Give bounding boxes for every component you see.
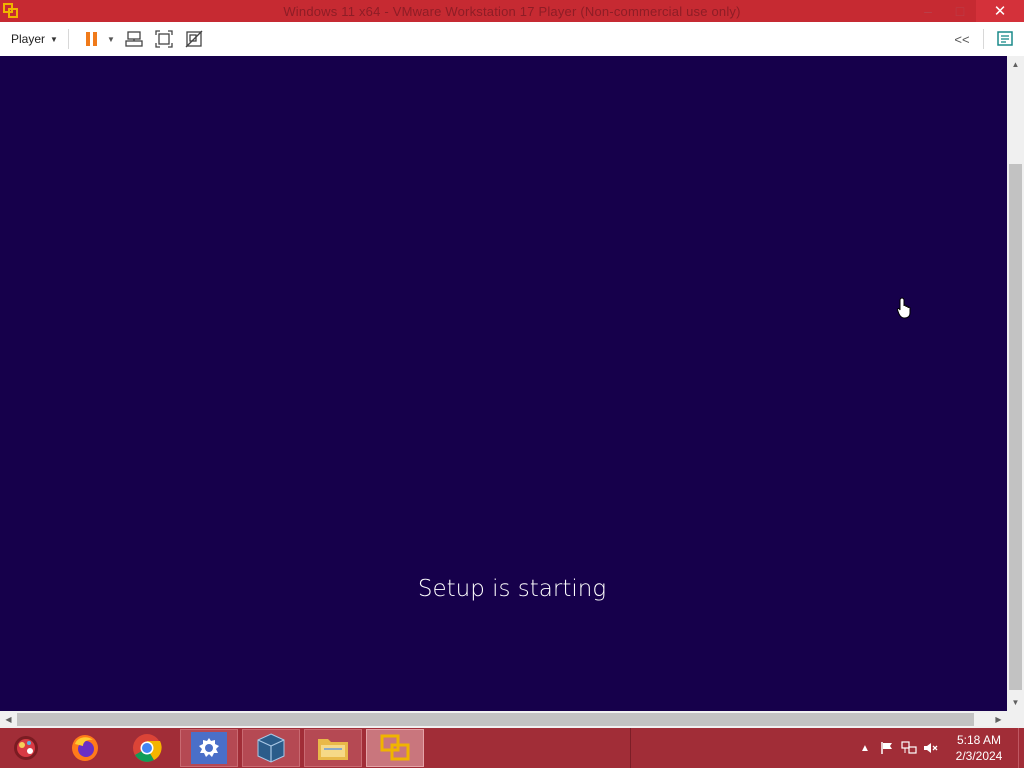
flag-icon[interactable] xyxy=(876,741,898,755)
chrome-taskbar-button[interactable] xyxy=(122,729,172,767)
scroll-right-icon[interactable]: ▶ xyxy=(990,711,1007,728)
scroll-down-icon[interactable]: ▼ xyxy=(1007,694,1024,711)
collapse-toolbar-button[interactable]: << xyxy=(947,32,977,47)
player-toolbar: Player ▼ ▼ << xyxy=(0,22,1024,57)
show-hidden-icons-icon[interactable]: ▲ xyxy=(854,743,876,754)
virtualbox-taskbar-button[interactable] xyxy=(242,729,300,767)
firefox-taskbar-button[interactable] xyxy=(60,729,110,767)
scroll-left-icon[interactable]: ◀ xyxy=(0,711,17,728)
network-icon[interactable] xyxy=(898,741,920,755)
settings-taskbar-button[interactable] xyxy=(180,729,238,767)
window-title: Windows 11 x64 - VMware Workstation 17 P… xyxy=(283,3,741,19)
start-orb-icon xyxy=(14,736,38,760)
minimize-button[interactable]: – xyxy=(912,0,944,22)
fullscreen-icon[interactable] xyxy=(149,24,179,54)
show-desktop-button[interactable] xyxy=(1018,728,1024,768)
vertical-scrollbar[interactable]: ▲ ▼ xyxy=(1007,56,1024,711)
pause-dropdown-chevron-icon[interactable]: ▼ xyxy=(103,24,119,54)
library-icon[interactable] xyxy=(990,24,1020,54)
horizontal-scrollbar[interactable]: ◀ ▶ xyxy=(0,711,1007,728)
folder-icon xyxy=(318,739,348,760)
pause-icon[interactable] xyxy=(81,24,103,54)
send-ctrl-alt-del-icon[interactable] xyxy=(119,24,149,54)
clock-date: 2/3/2024 xyxy=(955,749,1003,763)
virtualbox-icon xyxy=(257,733,285,763)
hand-cursor-icon xyxy=(896,297,913,324)
toolbar-divider xyxy=(67,29,69,49)
file-explorer-taskbar-button[interactable] xyxy=(304,729,362,767)
scroll-up-icon[interactable]: ▲ xyxy=(1007,56,1024,73)
vm-display[interactable]: Setup is starting xyxy=(0,56,1007,711)
vmware-player-taskbar-button[interactable] xyxy=(366,729,424,767)
maximize-button[interactable]: □ xyxy=(944,0,976,22)
vertical-scroll-thumb[interactable] xyxy=(1009,164,1022,690)
scrollbar-corner xyxy=(1007,711,1024,728)
start-button[interactable] xyxy=(4,729,48,767)
player-menu-label: Player xyxy=(11,32,46,46)
player-menu-button[interactable]: Player ▼ xyxy=(11,32,58,46)
volume-muted-icon[interactable] xyxy=(920,741,942,755)
toolbar-divider xyxy=(983,29,984,49)
firefox-icon xyxy=(72,735,98,761)
system-clock[interactable]: 5:18 AM 2/3/2024 xyxy=(948,732,1010,764)
gear-icon xyxy=(191,732,227,764)
setup-status-text: Setup is starting xyxy=(417,576,607,602)
close-button[interactable]: ✕ xyxy=(976,0,1024,22)
vmware-app-icon[interactable] xyxy=(0,0,22,22)
vmware-icon xyxy=(380,734,410,761)
unity-icon[interactable] xyxy=(179,24,209,54)
window-title-bar[interactable]: Windows 11 x64 - VMware Workstation 17 P… xyxy=(0,0,1024,22)
clock-time: 5:18 AM xyxy=(956,733,1002,747)
chevron-down-icon: ▼ xyxy=(50,34,58,44)
horizontal-scroll-thumb[interactable] xyxy=(17,713,974,726)
taskbar: ▲ 5:18 AM 2/3/2024 xyxy=(0,728,1024,768)
taskbar-divider xyxy=(630,728,631,768)
chrome-icon xyxy=(133,734,162,762)
system-tray: ▲ 5:18 AM 2/3/2024 xyxy=(854,728,1024,768)
